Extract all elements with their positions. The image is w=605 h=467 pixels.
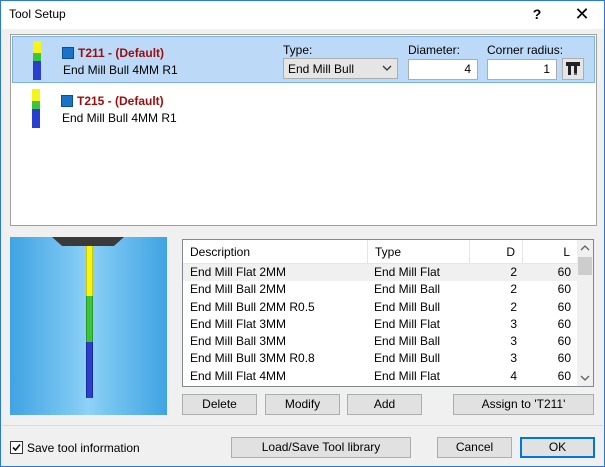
tool-segment-yellow <box>32 89 40 101</box>
tool-holder-icon <box>566 62 580 75</box>
footer-separator <box>2 425 603 426</box>
shank-segment-green <box>86 296 93 342</box>
row-d: 2 <box>510 299 517 314</box>
tool-segment-blue <box>33 61 41 80</box>
row-description: End Mill Bull 2MM R0.5 <box>190 299 315 314</box>
save-tool-info-checkbox[interactable] <box>10 441 23 454</box>
scrollbar-thumb[interactable] <box>578 257 592 275</box>
row-type: End Mill Flat <box>374 368 441 383</box>
row-d: 2 <box>510 282 517 297</box>
add-button[interactable]: Add <box>347 394 422 415</box>
type-select[interactable]: End Mill Bull <box>283 58 398 79</box>
tool-name: T211 - (Default) <box>78 46 165 60</box>
row-type: End Mill Ball <box>374 282 441 297</box>
tool-library-list[interactable]: Description Type D L End Mill Flat 2MM E… <box>182 239 594 387</box>
row-l: 60 <box>557 265 571 279</box>
diameter-label: Diameter: <box>408 43 461 57</box>
load-save-library-button[interactable]: Load/Save Tool library <box>231 437 411 458</box>
tool-picker-button[interactable] <box>562 58 584 80</box>
shank-segment-yellow <box>86 246 93 296</box>
row-type: End Mill Flat <box>374 316 441 331</box>
column-l[interactable]: L <box>523 240 577 264</box>
row-l: 60 <box>557 334 571 349</box>
title-bar: Tool Setup ? ✕ <box>1 1 604 29</box>
table-row[interactable]: End Mill Flat 4MM End Mill Flat 4 60 <box>183 368 577 385</box>
row-description: End Mill Bull 3MM R0.8 <box>190 351 315 366</box>
tool-segment-yellow <box>33 41 41 53</box>
row-d: 4 <box>510 368 517 383</box>
tool-color-icon <box>61 95 73 107</box>
window-title: Tool Setup <box>9 7 66 21</box>
tool-holder-graphic <box>52 237 124 246</box>
scroll-up-icon[interactable] <box>577 240 593 257</box>
row-description: End Mill Flat 3MM <box>190 316 287 331</box>
tool-preview-icon <box>33 41 41 80</box>
tool-name: T215 - (Default) <box>77 94 164 108</box>
tool-description: End Mill Bull 4MM R1 <box>63 63 178 77</box>
row-type: End Mill Ball <box>374 334 441 349</box>
row-type: End Mill Bull <box>374 299 441 314</box>
row-description: End Mill Flat 2MM <box>190 265 287 279</box>
row-d: 2 <box>510 265 517 279</box>
list-header: Description Type D L <box>183 240 577 264</box>
row-d: 3 <box>510 334 517 349</box>
tool-segment-green <box>32 101 40 109</box>
row-type: End Mill Flat <box>374 265 441 279</box>
check-icon <box>12 443 21 452</box>
column-type[interactable]: Type <box>368 240 470 264</box>
corner-radius-input[interactable]: 1 <box>487 59 557 80</box>
table-row[interactable]: End Mill Bull 2MM R0.5 End Mill Bull 2 6… <box>183 299 577 316</box>
table-row[interactable]: End Mill Ball 3MM End Mill Ball 3 60 <box>183 333 577 350</box>
cancel-button[interactable]: Cancel <box>437 437 512 458</box>
tool-row-t211[interactable]: T211 - (Default) End Mill Bull 4MM R1 Ty… <box>12 36 595 83</box>
shank-segment-blue <box>86 342 93 398</box>
table-row[interactable]: End Mill Flat 2MM End Mill Flat 2 60 <box>183 264 577 282</box>
column-d[interactable]: D <box>470 240 523 264</box>
tool-color-icon <box>62 47 74 59</box>
type-label: Type: <box>283 43 313 57</box>
tool-shank-graphic <box>86 246 93 398</box>
list-scrollbar[interactable] <box>577 240 593 386</box>
tool-setup-dialog: Tool Setup ? ✕ T211 - (Default) End Mill… <box>0 0 605 467</box>
ok-button[interactable]: OK <box>520 437 595 458</box>
chevron-down-icon <box>382 65 392 71</box>
help-button[interactable]: ? <box>528 4 546 24</box>
tool-list-panel: T211 - (Default) End Mill Bull 4MM R1 Ty… <box>10 34 597 226</box>
column-description[interactable]: Description <box>183 240 368 264</box>
table-row[interactable]: End Mill Flat 3MM End Mill Flat 3 60 <box>183 316 577 333</box>
row-d: 3 <box>510 351 517 366</box>
tool-segment-blue <box>32 109 40 128</box>
tool-preview-icon <box>32 89 40 128</box>
close-button[interactable]: ✕ <box>567 3 597 25</box>
delete-button[interactable]: Delete <box>182 394 257 415</box>
table-row[interactable]: End Mill Bull 3MM R0.8 End Mill Bull 3 6… <box>183 350 577 367</box>
row-d: 3 <box>510 316 517 331</box>
tool-description: End Mill Bull 4MM R1 <box>62 111 177 125</box>
row-l: 60 <box>557 368 571 383</box>
assign-button[interactable]: Assign to 'T211' <box>453 394 594 415</box>
type-select-value: End Mill Bull <box>288 62 355 76</box>
tool-segment-green <box>33 53 41 61</box>
list-rows: End Mill Flat 2MM End Mill Flat 2 60 End… <box>183 264 577 385</box>
scroll-down-icon[interactable] <box>577 369 593 386</box>
save-tool-info-label[interactable]: Save tool information <box>27 441 140 455</box>
table-row[interactable]: End Mill Ball 2MM End Mill Ball 2 60 <box>183 281 577 298</box>
row-l: 60 <box>557 282 571 297</box>
row-description: End Mill Ball 3MM <box>190 334 287 349</box>
diameter-input[interactable]: 4 <box>408 59 478 80</box>
tool-row-t215[interactable]: T215 - (Default) End Mill Bull 4MM R1 <box>12 85 595 131</box>
row-description: End Mill Flat 4MM <box>190 368 287 383</box>
corner-radius-label: Corner radius: <box>487 43 564 57</box>
row-l: 60 <box>557 316 571 331</box>
row-l: 60 <box>557 299 571 314</box>
row-description: End Mill Ball 2MM <box>190 282 287 297</box>
row-type: End Mill Bull <box>374 351 441 366</box>
modify-button[interactable]: Modify <box>265 394 340 415</box>
tool-preview-image <box>10 237 167 415</box>
row-l: 60 <box>557 351 571 366</box>
